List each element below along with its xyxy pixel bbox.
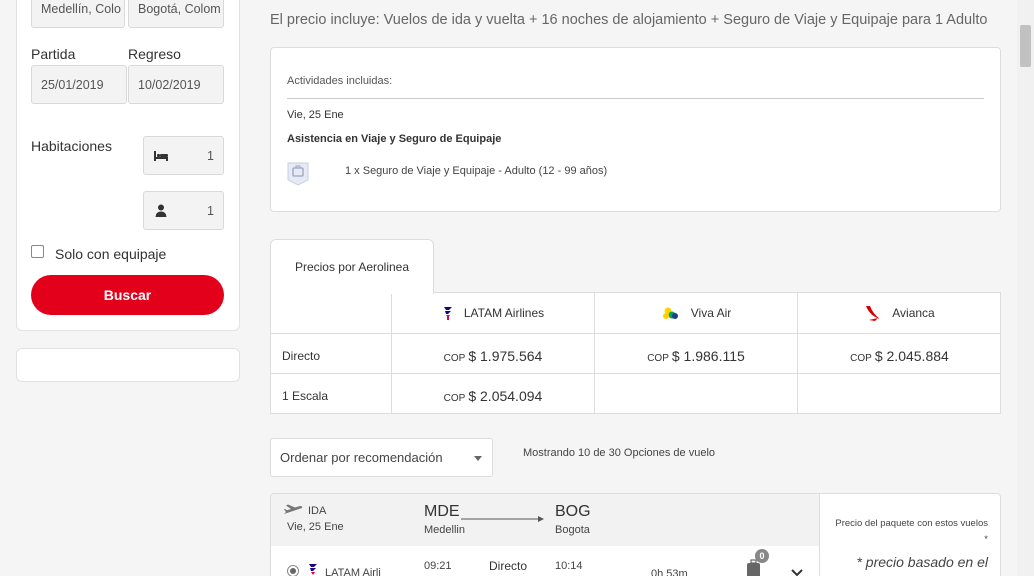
rooms-value: 1 — [207, 149, 214, 163]
airline-header-avianca[interactable]: Avianca — [798, 293, 1001, 333]
price-amount: $ 2.045.884 — [874, 348, 949, 364]
airline-name: Viva Air — [690, 306, 732, 320]
flight-airline: LATAM Airli — [325, 567, 381, 576]
destination-input[interactable]: Bogotá, Colom — [128, 0, 224, 28]
departure-date-input[interactable]: 25/01/2019 — [31, 65, 127, 104]
package-price-note: Precio del paquete con estos vuelos * — [835, 518, 988, 545]
price-amount: $ 2.054.094 — [468, 388, 543, 404]
price-basis-note: * precio basado en el — [856, 554, 988, 570]
luggage-count-badge: 0 — [755, 549, 769, 563]
plane-departure-icon — [284, 504, 303, 514]
package-includes-text: El precio incluye: Vuelos de ida y vuelt… — [270, 12, 988, 28]
flight-direction: IDA — [308, 505, 327, 517]
tab-airline-prices[interactable]: Precios por Aerolinea — [270, 239, 434, 294]
flight-option-card: IDA Vie, 25 Ene MDE Medellin BOG Bogota … — [270, 493, 1001, 576]
destination-city: Bogota — [555, 524, 590, 536]
activity-title: Asistencia en Viaje y Seguro de Equipaje — [287, 133, 502, 145]
flight-price-panel: Precio del paquete con estos vuelos * * … — [819, 494, 1000, 576]
return-label: Regreso — [128, 46, 181, 62]
rooms-stepper[interactable]: 1 — [143, 136, 224, 175]
departure-time: 09:21 — [424, 560, 452, 572]
flight-stops: Directo — [489, 559, 528, 573]
bed-icon — [154, 151, 168, 161]
currency: COP — [443, 393, 466, 404]
row-label-one-stop: 1 Escala — [282, 389, 329, 403]
adults-stepper[interactable]: 1 — [143, 191, 224, 230]
price-latam-direct[interactable]: COP $ 1.975.564 — [392, 348, 594, 364]
currency: COP — [647, 353, 669, 364]
activity-date: Vie, 25 Ene — [287, 109, 344, 121]
price-latam-one-stop[interactable]: COP $ 2.054.094 — [392, 388, 594, 404]
airline-header-viva[interactable]: Viva Air — [595, 293, 797, 333]
origin-city: Medellin — [424, 524, 465, 536]
arrival-time: 10:14 — [555, 560, 583, 572]
flight-header: IDA Vie, 25 Ene MDE Medellin BOG Bogota — [271, 494, 819, 546]
luggage-checkbox[interactable] — [31, 245, 44, 258]
activities-header: Actividades incluidas: — [287, 75, 393, 87]
results-count: Mostrando 10 de 30 Opciones de vuelo — [523, 447, 716, 459]
dropdown-arrow-icon — [474, 456, 482, 461]
route-arrow-icon — [461, 516, 544, 522]
scrollbar-thumb[interactable] — [1020, 25, 1031, 67]
chevron-down-icon[interactable] — [791, 569, 803, 576]
airline-name: LATAM Airlines — [463, 306, 545, 320]
person-icon — [155, 204, 167, 217]
row-divider — [271, 333, 1000, 334]
sort-selected-label: Ordenar por recomendación — [280, 450, 443, 465]
scrollbar[interactable] — [1017, 0, 1034, 576]
currency: COP — [443, 353, 466, 364]
flight-duration: 0h 53m — [651, 568, 688, 576]
price-viva-direct[interactable]: COP $ 1.986.115 — [595, 348, 797, 364]
insurance-icon — [287, 162, 309, 186]
return-date-input[interactable]: 10/02/2019 — [128, 65, 224, 104]
price-amount: $ 1.975.564 — [468, 348, 543, 364]
price-avianca-direct[interactable]: COP $ 2.045.884 — [798, 348, 1001, 364]
activities-card: Actividades incluidas: Vie, 25 Ene Asist… — [270, 47, 1001, 212]
origin-code: MDE — [424, 503, 460, 520]
rooms-label: Habitaciones — [31, 138, 112, 154]
adults-value: 1 — [207, 204, 214, 218]
origin-input[interactable]: Medellín, Colo — [31, 0, 125, 28]
flight-radio[interactable] — [287, 565, 299, 576]
airline-header-latam[interactable]: LATAM Airlines — [392, 293, 594, 333]
divider — [287, 98, 984, 99]
sort-select[interactable]: Ordenar por recomendación — [270, 438, 493, 477]
activity-item: 1 x Seguro de Viaje y Equipaje - Adulto … — [345, 165, 608, 177]
viva-air-logo-icon — [662, 307, 678, 319]
avianca-logo-icon — [866, 306, 881, 321]
departure-label: Partida — [31, 46, 76, 62]
flight-date: Vie, 25 Ene — [287, 521, 344, 533]
airline-price-table: LATAM Airlines Viva Air Avianca Directo … — [270, 292, 1001, 414]
currency: COP — [850, 353, 872, 364]
price-amount: $ 1.986.115 — [671, 348, 745, 364]
sidebar-secondary-card — [16, 348, 240, 382]
latam-logo-icon — [443, 307, 452, 320]
airline-name: Avianca — [892, 306, 935, 320]
row-divider — [271, 373, 1000, 374]
latam-logo-icon — [309, 564, 317, 575]
luggage-label: Solo con equipaje — [55, 246, 167, 262]
search-button[interactable]: Buscar — [31, 275, 224, 315]
row-label-direct: Directo — [282, 349, 321, 363]
destination-code: BOG — [555, 503, 591, 520]
